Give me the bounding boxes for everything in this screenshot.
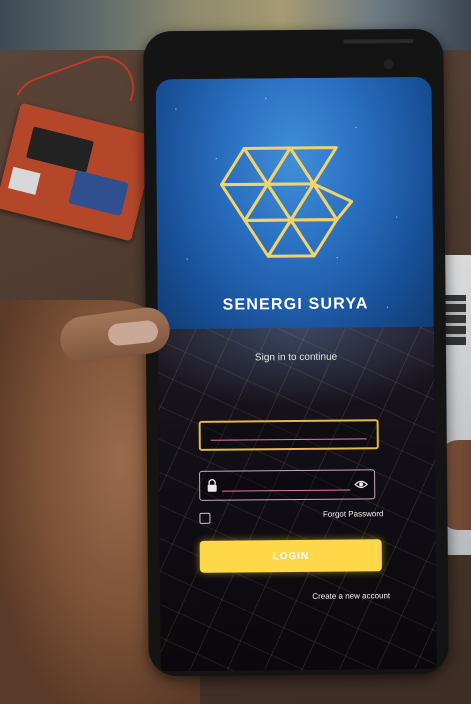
front-camera: [383, 59, 394, 70]
smartphone: SENERGI SURYA Sign in to continue Forgot…: [143, 28, 449, 677]
geometric-s-logo-icon: [220, 146, 354, 258]
remember-checkbox[interactable]: [199, 512, 211, 524]
create-account-link[interactable]: Create a new account: [270, 591, 390, 601]
password-input[interactable]: [200, 470, 375, 500]
email-input[interactable]: [200, 421, 377, 449]
eye-icon[interactable]: [354, 479, 369, 489]
panel-glow: [155, 326, 437, 410]
earpiece: [343, 38, 414, 44]
login-button[interactable]: LOGIN: [199, 539, 382, 573]
password-field[interactable]: [199, 469, 376, 501]
brand-name: SENERGI SURYA: [222, 295, 369, 314]
board-connector: [8, 166, 41, 195]
login-screen: SENERGI SURYA Sign in to continue Forgot…: [155, 76, 437, 672]
forgot-password-link[interactable]: Forgot Password: [307, 509, 384, 519]
email-field[interactable]: [198, 419, 379, 451]
board-module: [68, 170, 129, 217]
